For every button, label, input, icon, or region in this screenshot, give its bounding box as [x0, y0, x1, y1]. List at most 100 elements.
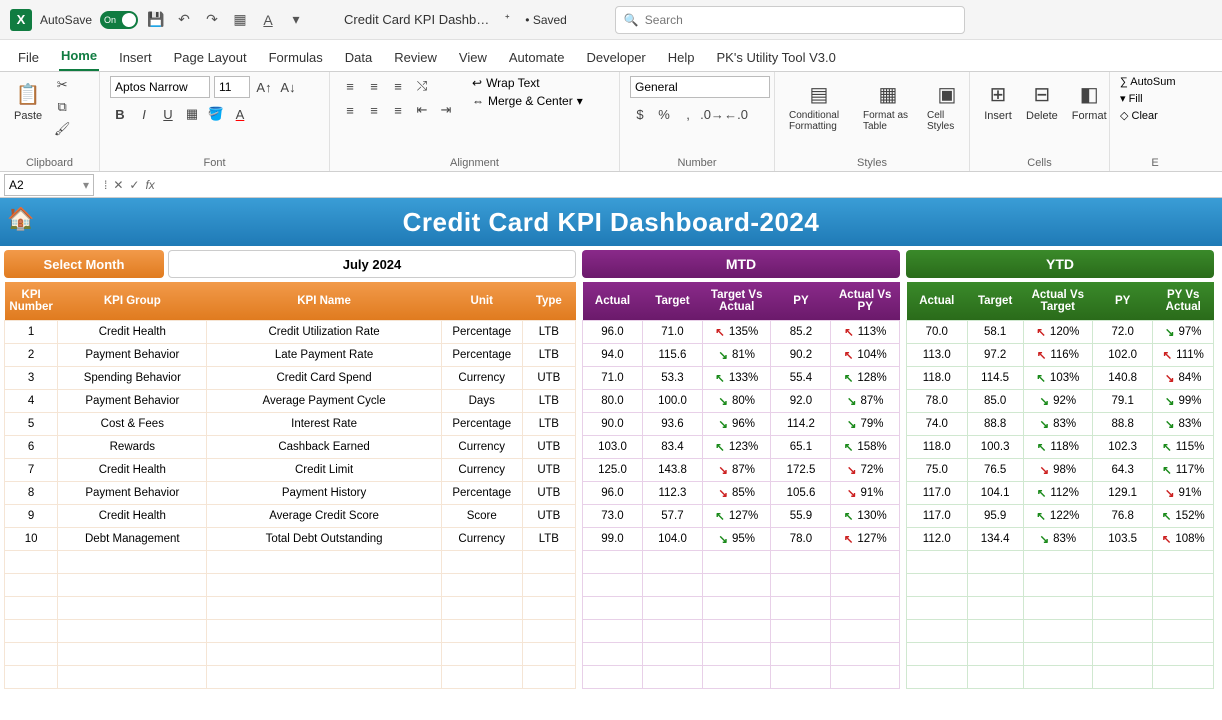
- insert-button[interactable]: ⊞Insert: [980, 76, 1016, 126]
- align-right-icon[interactable]: ≡: [388, 100, 408, 120]
- table-row[interactable]: [583, 596, 900, 619]
- table-row[interactable]: 117.095.9 ↖122% 76.8 ↖152%: [907, 504, 1214, 527]
- font-color-button[interactable]: A: [230, 104, 250, 124]
- bold-button[interactable]: B: [110, 104, 130, 124]
- outdent-icon[interactable]: ⇤: [412, 100, 432, 120]
- tab-automate[interactable]: Automate: [507, 44, 567, 71]
- table-row[interactable]: 74.088.8 ↘83% 88.8 ↘83%: [907, 412, 1214, 435]
- table-row[interactable]: [5, 573, 576, 596]
- table-row[interactable]: 96.0112.3 ↘85% 105.6 ↘91%: [583, 481, 900, 504]
- tab-page-layout[interactable]: Page Layout: [172, 44, 249, 71]
- table-row[interactable]: [907, 596, 1214, 619]
- table-row[interactable]: 117.0104.1 ↖112% 129.1 ↘91%: [907, 481, 1214, 504]
- table-row[interactable]: [583, 573, 900, 596]
- table-row[interactable]: 73.057.7 ↖127% 55.9 ↖130%: [583, 504, 900, 527]
- table-row[interactable]: 113.097.2 ↖116% 102.0 ↖111%: [907, 343, 1214, 366]
- table-row[interactable]: 112.0134.4 ↘83% 103.5 ↖108%: [907, 527, 1214, 550]
- table-row[interactable]: 90.093.6 ↘96% 114.2 ↘79%: [583, 412, 900, 435]
- table-row[interactable]: 3Spending BehaviorCredit Card SpendCurre…: [5, 366, 576, 389]
- qat-more-icon[interactable]: ▾: [286, 10, 306, 30]
- table-row[interactable]: [5, 619, 576, 642]
- comma-icon[interactable]: ,: [678, 104, 698, 124]
- tab-file[interactable]: File: [16, 44, 41, 71]
- redo-icon[interactable]: ↷: [202, 10, 222, 30]
- align-left-icon[interactable]: ≡: [340, 100, 360, 120]
- borders-icon[interactable]: ▦: [230, 10, 250, 30]
- wrap-text-button[interactable]: ↩Wrap Text: [472, 76, 583, 90]
- table-row[interactable]: 103.083.4 ↖123% 65.1 ↖158%: [583, 435, 900, 458]
- table-row[interactable]: 2Payment BehaviorLate Payment RatePercen…: [5, 343, 576, 366]
- tab-review[interactable]: Review: [392, 44, 439, 71]
- align-center-icon[interactable]: ≡: [364, 100, 384, 120]
- cell-styles-button[interactable]: ▣Cell Styles: [923, 76, 971, 136]
- name-box[interactable]: A2▾: [4, 174, 94, 196]
- fill-button[interactable]: ▾ Fill: [1120, 92, 1176, 105]
- table-row[interactable]: 96.071.0 ↖135% 85.2 ↖113%: [583, 320, 900, 343]
- align-top-icon[interactable]: ≡: [340, 76, 360, 96]
- decrease-decimal-icon[interactable]: ←.0: [726, 104, 746, 124]
- select-month-button[interactable]: Select Month: [4, 250, 164, 278]
- table-row[interactable]: 71.053.3 ↖133% 55.4 ↖128%: [583, 366, 900, 389]
- table-row[interactable]: 80.0100.0 ↘80% 92.0 ↘87%: [583, 389, 900, 412]
- format-button[interactable]: ◧Format: [1068, 76, 1111, 126]
- merge-center-button[interactable]: ⇔Merge & Center▾: [472, 94, 583, 108]
- table-row[interactable]: 99.0104.0 ↘95% 78.0 ↖127%: [583, 527, 900, 550]
- conditional-formatting-button[interactable]: ▤Conditional Formatting: [785, 76, 853, 136]
- font-size-select[interactable]: [214, 76, 250, 98]
- formula-input[interactable]: [161, 174, 1222, 196]
- indent-icon[interactable]: ⇥: [436, 100, 456, 120]
- orientation-icon[interactable]: ⤭: [412, 76, 432, 96]
- search-input[interactable]: 🔍 Search: [615, 6, 965, 34]
- save-icon[interactable]: 💾: [146, 10, 166, 30]
- table-row[interactable]: 118.0114.5 ↖103% 140.8 ↘84%: [907, 366, 1214, 389]
- table-row[interactable]: [5, 642, 576, 665]
- table-row[interactable]: [907, 619, 1214, 642]
- format-as-table-button[interactable]: ▦Format as Table: [859, 76, 917, 136]
- delete-button[interactable]: ⊟Delete: [1022, 76, 1062, 126]
- table-row[interactable]: 78.085.0 ↘92% 79.1 ↘99%: [907, 389, 1214, 412]
- share-icon[interactable]: ᐩ: [497, 10, 517, 30]
- tab-home[interactable]: Home: [59, 42, 99, 71]
- tab-developer[interactable]: Developer: [585, 44, 648, 71]
- tab-help[interactable]: Help: [666, 44, 697, 71]
- selected-month[interactable]: July 2024: [168, 250, 576, 278]
- home-icon[interactable]: 🏠: [6, 204, 36, 234]
- table-row[interactable]: [5, 596, 576, 619]
- tab-pk-s-utility-tool-v3-0[interactable]: PK's Utility Tool V3.0: [715, 44, 838, 71]
- table-row[interactable]: 75.076.5 ↘98% 64.3 ↖117%: [907, 458, 1214, 481]
- table-row[interactable]: 7Credit HealthCredit LimitCurrencyUTB: [5, 458, 576, 481]
- table-row[interactable]: 8Payment BehaviorPayment HistoryPercenta…: [5, 481, 576, 504]
- fill-color-button[interactable]: 🪣: [206, 104, 226, 124]
- tab-insert[interactable]: Insert: [117, 44, 154, 71]
- increase-decimal-icon[interactable]: .0→: [702, 104, 722, 124]
- format-painter-icon[interactable]: 🖌: [52, 120, 72, 138]
- table-row[interactable]: [907, 573, 1214, 596]
- align-mid-icon[interactable]: ≡: [364, 76, 384, 96]
- autosum-button[interactable]: ∑ AutoSum: [1120, 76, 1176, 88]
- table-row[interactable]: 1Credit HealthCredit Utilization RatePer…: [5, 320, 576, 343]
- table-row[interactable]: 9Credit HealthAverage Credit ScoreScoreU…: [5, 504, 576, 527]
- table-row[interactable]: [907, 550, 1214, 573]
- percent-icon[interactable]: %: [654, 104, 674, 124]
- italic-button[interactable]: I: [134, 104, 154, 124]
- table-row[interactable]: 6RewardsCashback EarnedCurrencyUTB: [5, 435, 576, 458]
- font-name-select[interactable]: [110, 76, 210, 98]
- table-row[interactable]: 4Payment BehaviorAverage Payment CycleDa…: [5, 389, 576, 412]
- decrease-font-icon[interactable]: A↓: [278, 77, 298, 97]
- autosave-toggle[interactable]: On: [100, 11, 138, 29]
- font-color-icon[interactable]: A: [258, 10, 278, 30]
- table-row[interactable]: [5, 550, 576, 573]
- increase-font-icon[interactable]: A↑: [254, 77, 274, 97]
- underline-button[interactable]: U: [158, 104, 178, 124]
- table-row[interactable]: 125.0143.8 ↘87% 172.5 ↘72%: [583, 458, 900, 481]
- tab-data[interactable]: Data: [343, 44, 374, 71]
- table-row[interactable]: 118.0100.3 ↖118% 102.3 ↖115%: [907, 435, 1214, 458]
- table-row[interactable]: [583, 665, 900, 688]
- enter-formula-icon[interactable]: ✓: [129, 178, 139, 192]
- cut-icon[interactable]: ✂: [52, 76, 72, 94]
- copy-icon[interactable]: ⧉: [52, 98, 72, 116]
- clear-button[interactable]: ◇ Clear: [1120, 109, 1176, 122]
- table-row[interactable]: 5Cost & FeesInterest RatePercentageLTB: [5, 412, 576, 435]
- table-row[interactable]: [583, 619, 900, 642]
- table-row[interactable]: [583, 642, 900, 665]
